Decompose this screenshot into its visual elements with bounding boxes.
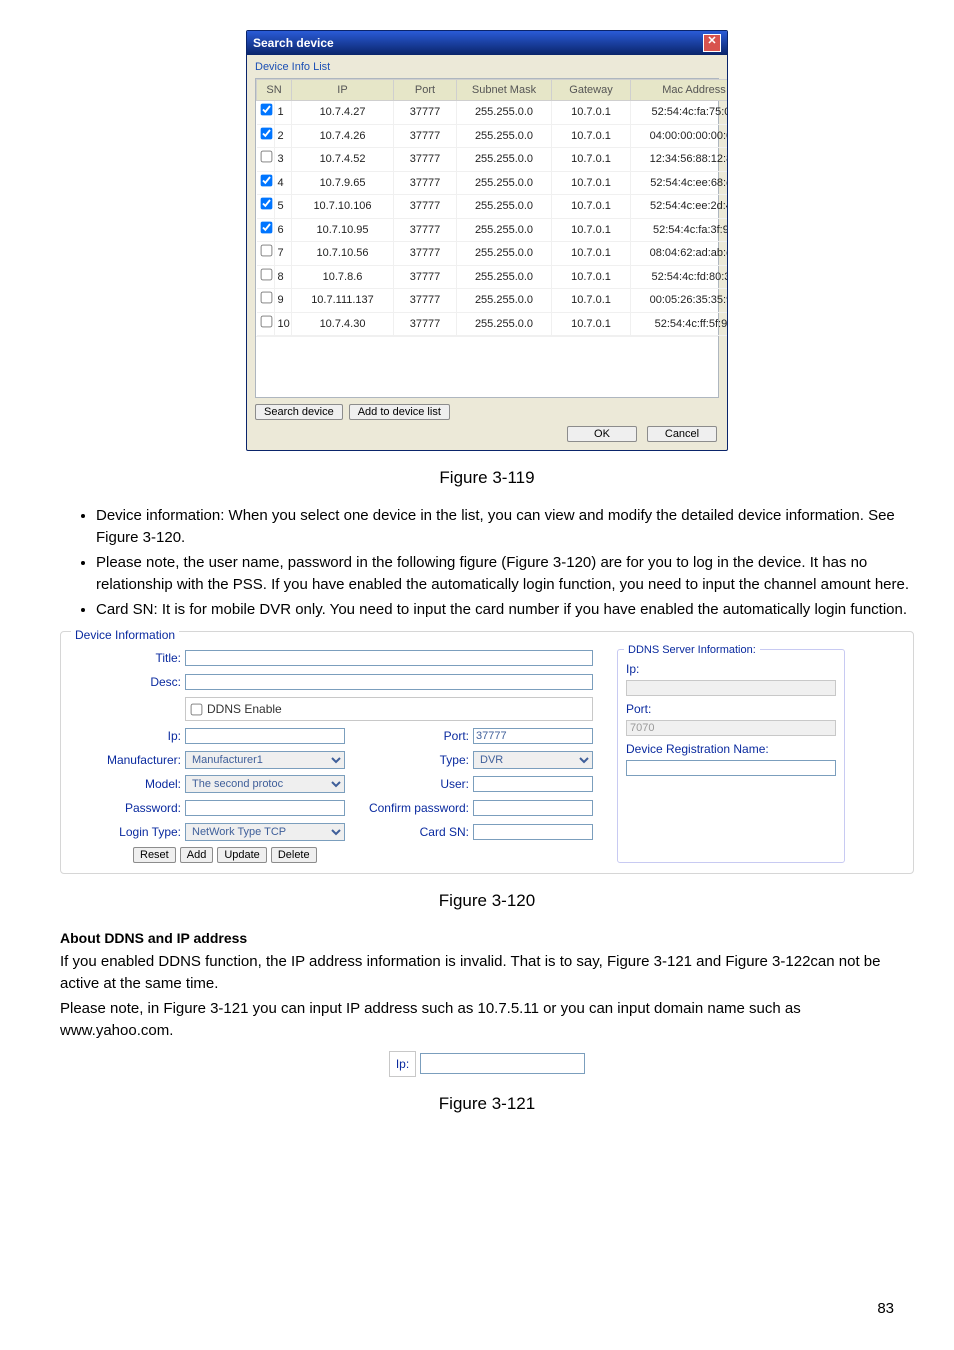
table-row[interactable]: 310.7.4.5237777255.255.0.010.7.0.112:34:… [257,148,729,172]
table-row[interactable]: 110.7.4.2737777255.255.0.010.7.0.152:54:… [257,101,729,125]
table-row[interactable]: 210.7.4.2637777255.255.0.010.7.0.104:00:… [257,124,729,148]
update-button[interactable]: Update [217,847,266,863]
desc-label: Desc: [71,673,181,691]
section-heading: About DDNS and IP address [60,928,914,949]
row-checkbox[interactable] [260,104,272,116]
col-sn: SN [257,79,292,101]
table-row[interactable]: 810.7.8.637777255.255.0.010.7.0.152:54:4… [257,265,729,289]
password-label: Password: [71,799,181,817]
bullet-item: Device information: When you select one … [96,505,914,550]
ddns-ip-label: Ip: [626,660,836,678]
ddns-legend: DDNS Server Information: [624,642,760,659]
ddns-ip-field [626,680,836,696]
table-row[interactable]: 910.7.111.13737777255.255.0.010.7.0.100:… [257,289,729,313]
body-paragraph: If you enabled DDNS function, the IP add… [60,951,914,996]
ip-box-label: Ip: [389,1051,416,1077]
manufacturer-select[interactable]: Manufacturer1 [185,751,345,769]
delete-button[interactable]: Delete [271,847,317,863]
figure-caption: Figure 3-120 [60,888,914,914]
row-checkbox[interactable] [260,315,272,327]
row-checkbox[interactable] [260,174,272,186]
dialog-titlebar: Search device ✕ [247,31,727,55]
device-table: SN IP Port Subnet Mask Gateway Mac Addre… [256,79,728,337]
add-to-list-button[interactable]: Add to device list [349,404,450,420]
dialog-title: Search device [253,34,334,52]
ok-button[interactable]: OK [567,426,637,442]
ddns-port-field [626,720,836,736]
ddns-enable-label: DDNS Enable [207,700,282,718]
col-gateway: Gateway [552,79,631,101]
type-label: Type: [349,751,469,769]
col-mask: Subnet Mask [457,79,552,101]
title-label: Title: [71,649,181,667]
ddns-enable-checkbox[interactable] [191,703,203,715]
row-checkbox[interactable] [260,151,272,163]
table-row[interactable]: 710.7.10.5637777255.255.0.010.7.0.108:04… [257,242,729,266]
confirm-password-label: Confirm password: [349,799,469,817]
table-row[interactable]: 1010.7.4.3037777255.255.0.010.7.0.152:54… [257,312,729,336]
reset-button[interactable]: Reset [133,847,176,863]
row-checkbox[interactable] [260,292,272,304]
port-field[interactable] [473,728,593,744]
table-row[interactable]: 410.7.9.6537777255.255.0.010.7.0.152:54:… [257,171,729,195]
ddns-reg-label: Device Registration Name: [626,740,836,758]
cancel-button[interactable]: Cancel [647,426,717,442]
ddns-port-label: Port: [626,700,836,718]
password-field[interactable] [185,800,345,816]
desc-field[interactable] [185,674,593,690]
ip-input-box: Ip: [60,1051,914,1077]
card-sn-label: Card SN: [349,823,469,841]
close-icon[interactable]: ✕ [703,34,721,52]
type-select[interactable]: DVR [473,751,593,769]
table-row[interactable]: 610.7.10.9537777255.255.0.010.7.0.152:54… [257,218,729,242]
col-port: Port [394,79,457,101]
user-label: User: [349,775,469,793]
bullet-item: Card SN: It is for mobile DVR only. You … [96,599,914,622]
col-mac: Mac Address [631,79,729,101]
port-label: Port: [349,727,469,745]
ip-field[interactable] [185,728,345,744]
ip-box-field[interactable] [420,1053,585,1074]
search-device-dialog: Search device ✕ Device Info List SN IP P… [246,30,728,451]
row-checkbox[interactable] [260,268,272,280]
ddns-reg-field[interactable] [626,760,836,776]
login-type-select[interactable]: NetWork Type TCP [185,823,345,841]
user-field[interactable] [473,776,593,792]
group-label: Device Info List [255,59,719,76]
title-field[interactable] [185,650,593,666]
ddns-server-info-group: DDNS Server Information: Ip: Port: Devic… [617,649,845,863]
body-paragraph: Please note, in Figure 3-121 you can inp… [60,998,914,1043]
row-checkbox[interactable] [260,221,272,233]
figure-caption: Figure 3-121 [60,1091,914,1117]
figure-caption: Figure 3-119 [60,465,914,491]
manufacturer-label: Manufacturer: [71,751,181,769]
page-number: 83 [877,1298,894,1321]
row-checkbox[interactable] [260,127,272,139]
login-type-label: Login Type: [71,823,181,841]
row-checkbox[interactable] [260,245,272,257]
table-row[interactable]: 510.7.10.10637777255.255.0.010.7.0.152:5… [257,195,729,219]
device-info-panel: Device Information Title: Desc: DDNS Ena… [60,631,914,874]
model-select[interactable]: The second protoc [185,775,345,793]
bullet-item: Please note, the user name, password in … [96,552,914,597]
confirm-password-field[interactable] [473,800,593,816]
panel-heading: Device Information [71,628,179,642]
add-button[interactable]: Add [180,847,214,863]
card-sn-field[interactable] [473,824,593,840]
search-device-button[interactable]: Search device [255,404,343,420]
ip-label: Ip: [71,727,181,745]
row-checkbox[interactable] [260,198,272,210]
col-ip: IP [292,79,394,101]
model-label: Model: [71,775,181,793]
